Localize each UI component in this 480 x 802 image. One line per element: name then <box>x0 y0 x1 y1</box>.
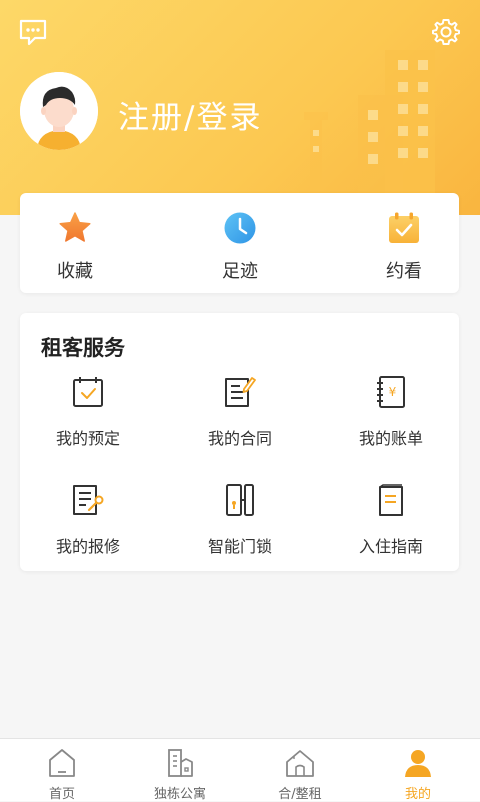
settings-button[interactable] <box>429 15 463 49</box>
service-item-smart-lock[interactable]: 智能门锁 <box>170 481 310 557</box>
default-avatar-icon <box>20 72 98 150</box>
service-label: 我的合同 <box>207 429 272 448</box>
quick-actions-card: 收藏 足迹 约看 <box>20 193 459 293</box>
gear-icon <box>432 19 460 45</box>
login-register-link[interactable]: 注册/登录 <box>118 92 262 137</box>
smart-lock-icon <box>226 484 254 516</box>
city-skyline-illustration <box>304 50 435 215</box>
svg-text:¥: ¥ <box>389 385 397 399</box>
tab-apartments[interactable]: 独栋公寓 <box>120 739 240 802</box>
repair-document-icon <box>73 485 104 515</box>
tab-mine[interactable]: 我的 <box>358 739 478 802</box>
bill-notebook-icon: ¥ <box>377 376 405 408</box>
service-item-bill[interactable]: ¥ 我的账单 <box>321 373 461 449</box>
service-item-checkin-guide[interactable]: 入住指南 <box>321 481 461 557</box>
profile-header: 注册/登录 <box>0 0 480 215</box>
service-label: 我的报修 <box>55 537 120 556</box>
guide-book-icon <box>379 484 403 516</box>
service-label: 我的账单 <box>358 429 423 448</box>
calendar-check-icon <box>73 377 103 407</box>
tab-label: 我的 <box>404 787 431 802</box>
service-label: 入住指南 <box>358 537 423 556</box>
section-title: 租客服务 <box>41 336 125 360</box>
tab-label: 独栋公寓 <box>153 787 206 802</box>
tab-label: 合/整租 <box>278 787 322 802</box>
calendar-check-icon <box>389 212 419 243</box>
bottom-tab-bar: 首页 独栋公寓 合/整租 我的 <box>0 738 480 802</box>
appointments-button[interactable]: 约看 <box>349 211 459 283</box>
tenant-services-card: 租客服务 我的预定 我的合同 ¥ 我的账单 我的报修 智能门锁 入住指南 <box>20 313 459 571</box>
service-item-reservation[interactable]: 我的预定 <box>18 373 158 449</box>
service-label: 我的预定 <box>55 429 120 448</box>
user-icon <box>405 750 431 777</box>
service-item-contract[interactable]: 我的合同 <box>170 373 310 449</box>
house-icon <box>286 750 314 777</box>
favorites-label: 收藏 <box>57 261 93 282</box>
star-icon <box>59 212 91 242</box>
contract-edit-icon <box>225 377 256 407</box>
favorites-button[interactable]: 收藏 <box>20 211 130 283</box>
tab-home[interactable]: 首页 <box>2 739 122 802</box>
service-item-repair[interactable]: 我的报修 <box>18 481 158 557</box>
building-icon <box>168 749 193 777</box>
avatar[interactable] <box>20 72 98 150</box>
history-button[interactable]: 足迹 <box>185 211 295 283</box>
tab-label: 首页 <box>48 787 75 802</box>
clock-icon <box>224 212 256 244</box>
chat-bubble-icon <box>19 19 47 46</box>
service-label: 智能门锁 <box>207 537 272 556</box>
appointments-label: 约看 <box>386 261 422 282</box>
message-button[interactable] <box>16 15 50 49</box>
home-icon <box>49 749 75 777</box>
history-label: 足迹 <box>222 261 258 282</box>
tab-shared-rent[interactable]: 合/整租 <box>240 739 360 802</box>
